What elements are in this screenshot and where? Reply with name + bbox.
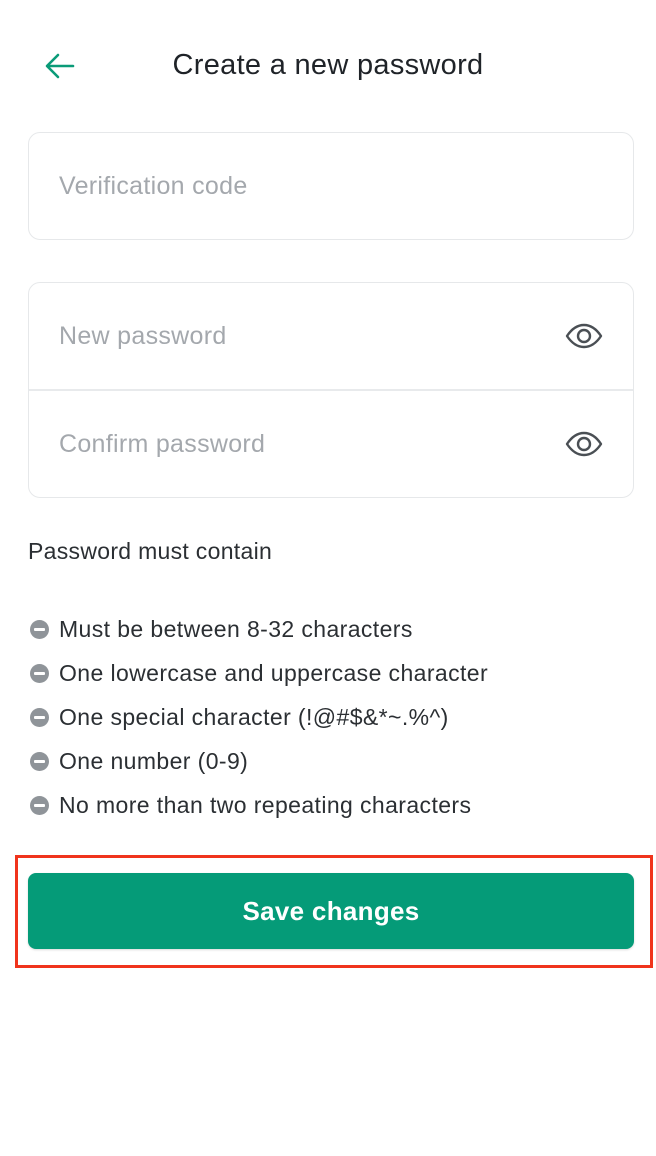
requirement-text: Must be between 8-32 characters [59,615,413,642]
minus-circle-icon [30,663,49,683]
confirm-password-field[interactable]: Confirm password [29,391,633,497]
save-changes-button[interactable]: Save changes [28,873,634,949]
new-password-placeholder: New password [59,321,227,350]
requirement-item: One special character (!@#$&*~.%^) [30,695,630,739]
minus-circle-icon [30,619,49,639]
requirement-item: No more than two repeating characters [30,783,630,827]
confirm-password-placeholder: Confirm password [59,429,266,458]
requirements-title: Password must contain [28,538,273,564]
requirement-text: One number (0-9) [59,747,249,774]
requirement-item: One lowercase and uppercase character [30,651,630,695]
verification-code-field[interactable]: Verification code [29,133,633,239]
header: Create a new password [0,0,656,130]
requirement-item: One number (0-9) [30,739,630,783]
requirement-text: One lowercase and uppercase character [59,659,489,686]
eye-icon[interactable] [565,323,603,349]
new-password-field[interactable]: New password [29,283,633,389]
requirements-list: Must be between 8-32 characters One lowe… [30,607,630,827]
requirement-text: No more than two repeating characters [59,791,472,818]
page-title: Create a new password [172,49,484,81]
requirement-item: Must be between 8-32 characters [30,607,630,651]
verification-code-card: Verification code [28,132,634,240]
eye-icon[interactable] [565,431,603,457]
minus-circle-icon [30,795,49,815]
minus-circle-icon [30,707,49,727]
requirement-text: One special character (!@#$&*~.%^) [59,703,449,730]
password-card: New password Confirm password [28,282,634,498]
verification-code-placeholder: Verification code [59,171,248,200]
minus-circle-icon [30,751,49,771]
